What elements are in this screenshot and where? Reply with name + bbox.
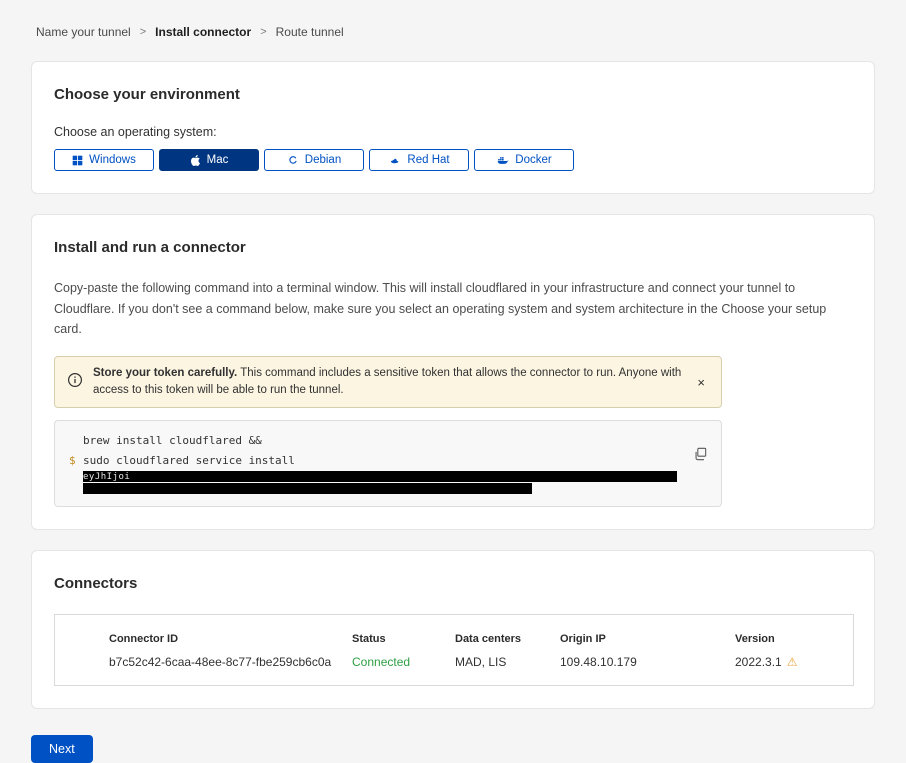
connector-id-value: b7c52c42-6caa-48ee-8c77-fbe259cb6c0a bbox=[109, 655, 352, 669]
windows-logo-icon bbox=[72, 155, 83, 166]
choose-environment-card: Choose your environment Choose an operat… bbox=[31, 61, 875, 194]
token-prefix: eyJhIjoi bbox=[83, 471, 130, 483]
install-card-title: Install and run a connector bbox=[54, 239, 852, 256]
install-description: Copy-paste the following command into a … bbox=[54, 278, 852, 340]
copy-icon bbox=[693, 449, 707, 464]
col-data-centers: Data centers bbox=[455, 633, 560, 645]
info-circle-icon bbox=[67, 372, 83, 393]
environment-card-title: Choose your environment bbox=[54, 86, 852, 103]
os-button-label: Mac bbox=[207, 154, 229, 166]
debian-logo-icon bbox=[287, 154, 299, 166]
os-button-windows[interactable]: Windows bbox=[54, 149, 154, 171]
terminal-gutter bbox=[69, 471, 83, 482]
copy-command-button[interactable] bbox=[691, 445, 709, 466]
col-status: Status bbox=[352, 633, 455, 645]
connectors-table-header: Connector ID Status Data centers Origin … bbox=[55, 628, 853, 649]
breadcrumb-separator: > bbox=[260, 26, 266, 38]
connector-table-row: b7c52c42-6caa-48ee-8c77-fbe259cb6c0a Con… bbox=[55, 649, 853, 674]
connector-origin-ip-value: 109.48.10.179 bbox=[560, 655, 735, 669]
col-connector-id: Connector ID bbox=[109, 633, 352, 645]
os-button-mac[interactable]: Mac bbox=[159, 149, 259, 171]
connectors-card: Connectors Connector ID Status Data cent… bbox=[31, 550, 875, 709]
breadcrumb-name-your-tunnel[interactable]: Name your tunnel bbox=[36, 25, 131, 39]
connector-status-value: Connected bbox=[352, 655, 455, 669]
breadcrumb-install-connector[interactable]: Install connector bbox=[155, 25, 251, 39]
terminal-prompt: $ bbox=[69, 451, 83, 471]
command-line: $ sudo cloudflared service install bbox=[69, 451, 707, 471]
token-line: eyJhIjoi bbox=[69, 471, 707, 482]
command-line-1: brew install cloudflared && bbox=[83, 431, 262, 451]
breadcrumb: Name your tunnel > Install connector > R… bbox=[0, 0, 906, 39]
os-button-group: Windows Mac Debian Red Hat Docker bbox=[54, 149, 852, 171]
warning-close-button[interactable]: × bbox=[693, 374, 709, 391]
token-warning-banner: Store your token carefully.This command … bbox=[54, 356, 722, 409]
connector-version-cell: 2022.3.1 ⚠ bbox=[735, 655, 853, 669]
breadcrumb-route-tunnel[interactable]: Route tunnel bbox=[276, 25, 344, 39]
os-button-docker[interactable]: Docker bbox=[474, 149, 574, 171]
redacted-token-bar: eyJhIjoi bbox=[83, 471, 677, 482]
os-button-debian[interactable]: Debian bbox=[264, 149, 364, 171]
docker-logo-icon bbox=[496, 154, 509, 166]
os-button-redhat[interactable]: Red Hat bbox=[369, 149, 469, 171]
redhat-logo-icon bbox=[388, 154, 401, 166]
col-origin-ip: Origin IP bbox=[560, 633, 735, 645]
col-version: Version bbox=[735, 633, 853, 645]
token-warning-bold: Store your token carefully. bbox=[93, 367, 237, 379]
command-line-2: sudo cloudflared service install bbox=[83, 451, 295, 471]
version-warning-icon[interactable]: ⚠ bbox=[787, 655, 798, 669]
command-line: brew install cloudflared && bbox=[69, 431, 707, 451]
token-line bbox=[69, 482, 707, 494]
os-button-label: Red Hat bbox=[407, 154, 449, 166]
redacted-token-bar bbox=[83, 483, 532, 494]
os-button-label: Windows bbox=[89, 154, 136, 166]
terminal-gutter bbox=[69, 431, 83, 451]
terminal-gutter bbox=[69, 482, 83, 494]
install-connector-card: Install and run a connector Copy-paste t… bbox=[31, 214, 875, 530]
connectors-card-title: Connectors bbox=[54, 575, 852, 592]
apple-logo-icon bbox=[190, 154, 201, 167]
install-command-terminal: brew install cloudflared && $ sudo cloud… bbox=[54, 420, 722, 507]
connector-version-value: 2022.3.1 bbox=[735, 655, 782, 669]
breadcrumb-separator: > bbox=[140, 26, 146, 38]
os-select-label: Choose an operating system: bbox=[54, 125, 852, 139]
token-warning-text: Store your token carefully.This command … bbox=[93, 365, 683, 400]
connectors-table: Connector ID Status Data centers Origin … bbox=[54, 614, 854, 686]
os-button-label: Docker bbox=[515, 154, 551, 166]
connector-data-centers-value: MAD, LIS bbox=[455, 655, 560, 669]
os-button-label: Debian bbox=[305, 154, 341, 166]
